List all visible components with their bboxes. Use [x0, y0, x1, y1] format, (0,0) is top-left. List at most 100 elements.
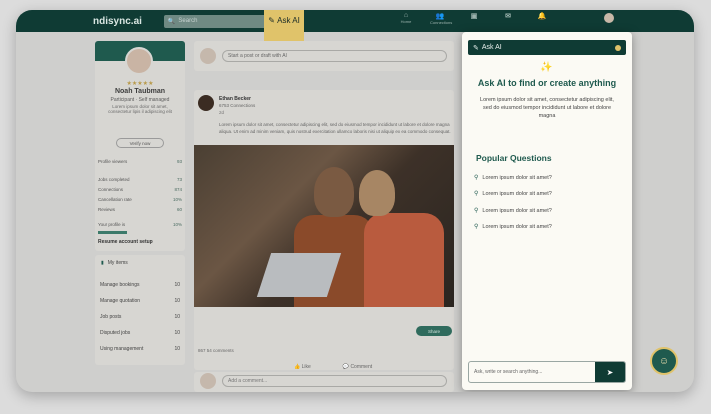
chat-icon: ☺ — [658, 355, 670, 367]
profile-avatar — [125, 47, 153, 75]
profile-bio: Lorem ipsum dolor sit amet, consectetur … — [108, 104, 172, 114]
stat-label: Cancellation rate — [98, 197, 132, 202]
ask-input-container: ➤ — [468, 361, 626, 383]
laptop-shape — [256, 253, 342, 297]
popular-question[interactable]: ⚲ Lorem ipsum dolor sit amet? — [474, 174, 552, 182]
resume-setup-link[interactable]: Resume account setup — [98, 239, 153, 245]
stat-value: 93 — [176, 159, 182, 164]
notifications-nav[interactable]: 🔔 — [532, 12, 552, 25]
avatar — [200, 48, 216, 64]
home-nav-label: Home — [400, 19, 412, 24]
menu-item[interactable]: Job posts 10 — [100, 314, 180, 320]
menu-item-count: 10 — [174, 314, 180, 320]
comment-button[interactable]: 💬 Comment — [343, 364, 372, 370]
menu-item-label: Manage quotation — [100, 298, 141, 304]
post-image — [194, 145, 454, 307]
menu-item-count: 10 — [174, 282, 180, 288]
author-avatar[interactable] — [198, 95, 214, 111]
question-text: Lorem ipsum dolor sit amet? — [482, 190, 552, 197]
feed-post: Ethan Becker 6753 Connections 2d Lorem i… — [194, 90, 454, 370]
search-icon: 🔍 — [167, 18, 176, 25]
post-time: 2d — [219, 110, 225, 115]
post-actions: 👍 Like 💬 Comment — [294, 364, 372, 370]
question-text: Lorem ipsum dolor sit amet? — [482, 223, 552, 230]
author-name[interactable]: Ethan Becker — [219, 96, 251, 102]
close-icon[interactable] — [615, 44, 621, 51]
ask-ai-heading: Ask AI to find or create anything — [477, 78, 617, 88]
menu-item-label: Disputed jobs — [100, 330, 131, 336]
create-post-bar: Start a post or draft with AI — [194, 41, 454, 71]
thumbs-up-icon: 👍 — [294, 364, 301, 370]
menu-title: ▮ My items — [101, 260, 128, 266]
menu-item-label: Manage bookings — [100, 282, 140, 288]
menu-item[interactable]: Manage quotation 10 — [100, 298, 180, 304]
stat-value: 874 — [174, 187, 182, 192]
menu-card: ▮ My items Manage bookings 10 Manage quot… — [95, 255, 185, 365]
post-input[interactable]: Start a post or draft with AI — [222, 50, 447, 62]
connections-nav[interactable]: 👥 Connections — [430, 12, 453, 25]
ask-ai-input[interactable] — [469, 362, 595, 382]
like-button[interactable]: 👍 Like — [294, 364, 311, 370]
question-text: Lorem ipsum dolor sit amet? — [482, 207, 552, 214]
menu-item[interactable]: Manage bookings 10 — [100, 282, 180, 288]
home-icon: ⌂ — [403, 12, 409, 19]
jobs-nav[interactable]: ▣ — [464, 12, 484, 25]
comment-label: Comment — [350, 364, 373, 370]
popular-question[interactable]: ⚲ Lorem ipsum dolor sit amet? — [474, 223, 552, 231]
wand-icon: ✎ — [473, 44, 479, 52]
chat-button[interactable]: ☺ — [650, 347, 678, 375]
menu-item-count: 10 — [174, 298, 180, 304]
stat-connections: Connections 874 — [98, 187, 182, 192]
stat-label: Profile viewers — [98, 159, 128, 164]
profile-card: ★★★★★ Noah Taubman Participant · Self ma… — [95, 41, 185, 251]
menu-item[interactable]: Disputed jobs 10 — [100, 330, 180, 336]
briefcase-icon: ▣ — [470, 13, 478, 20]
popular-question[interactable]: ⚲ Lorem ipsum dolor sit amet? — [474, 207, 552, 215]
home-nav[interactable]: ⌂ Home — [396, 12, 416, 25]
bell-icon: 🔔 — [537, 13, 547, 20]
ask-ai-top-label: Ask AI — [277, 16, 300, 25]
connections-nav-label: Connections — [430, 20, 453, 25]
stat-label: Jobs completed — [98, 177, 130, 182]
app-window: ndisync.ai 🔍 Search ✎ Ask AI ⌂ Home 👥 Conn… — [16, 10, 694, 392]
person-shape — [364, 213, 444, 307]
magic-wand-icon: ✨ — [540, 62, 553, 73]
menu-item-label: Job posts — [100, 314, 122, 320]
profile-progress-bar — [98, 231, 128, 234]
stat-value: 73 — [176, 177, 182, 182]
user-avatar[interactable] — [604, 13, 614, 23]
avatar — [200, 373, 216, 389]
ask-ai-header: ✎ Ask AI — [468, 40, 626, 55]
send-button[interactable]: ➤ — [595, 362, 625, 382]
ask-ai-panel: ✎ Ask AI ✨ Ask AI to find or create anyt… — [462, 32, 632, 390]
pin-icon: ⚲ — [474, 191, 479, 197]
nav-icons: ⌂ Home 👥 Connections ▣ ✉ 🔔 — [396, 12, 552, 25]
menu-item-count: 10 — [174, 330, 180, 336]
top-navbar: ndisync.ai 🔍 Search — [16, 10, 694, 32]
logo: ndisync.ai — [93, 15, 142, 27]
search-placeholder: Search — [178, 18, 198, 24]
ask-ai-title-label: Ask AI — [481, 44, 502, 51]
verify-button[interactable]: Verify now — [116, 138, 164, 148]
menu-item[interactable]: Using management 10 — [100, 346, 180, 352]
share-button[interactable]: Share — [416, 326, 452, 336]
menu-item-count: 10 — [174, 346, 180, 352]
message-icon: ✉ — [505, 13, 511, 20]
stat-value: 60 — [176, 207, 182, 212]
pin-icon: ⚲ — [474, 208, 479, 214]
menu-title-label: My items — [107, 260, 128, 266]
comment-bar: Add a comment... — [194, 372, 454, 392]
comment-input[interactable]: Add a comment... — [222, 375, 447, 387]
ask-ai-title: ✎ Ask AI — [473, 44, 502, 52]
head-shape — [359, 170, 395, 216]
rating-stars: ★★★★★ — [126, 81, 154, 87]
like-label: Like — [301, 364, 311, 370]
search-bar[interactable]: 🔍 Search — [163, 14, 276, 28]
profile-name: Noah Taubman — [114, 88, 166, 95]
popular-question[interactable]: ⚲ Lorem ipsum dolor sit amet? — [474, 190, 552, 198]
stat-label: Your profile is — [98, 222, 126, 227]
post-text: Lorem ipsum dolor sit amet, consectetur … — [219, 122, 451, 134]
comment-icon: 💬 — [342, 364, 350, 370]
connections-icon: 👥 — [435, 13, 445, 20]
messages-nav[interactable]: ✉ — [498, 12, 518, 25]
